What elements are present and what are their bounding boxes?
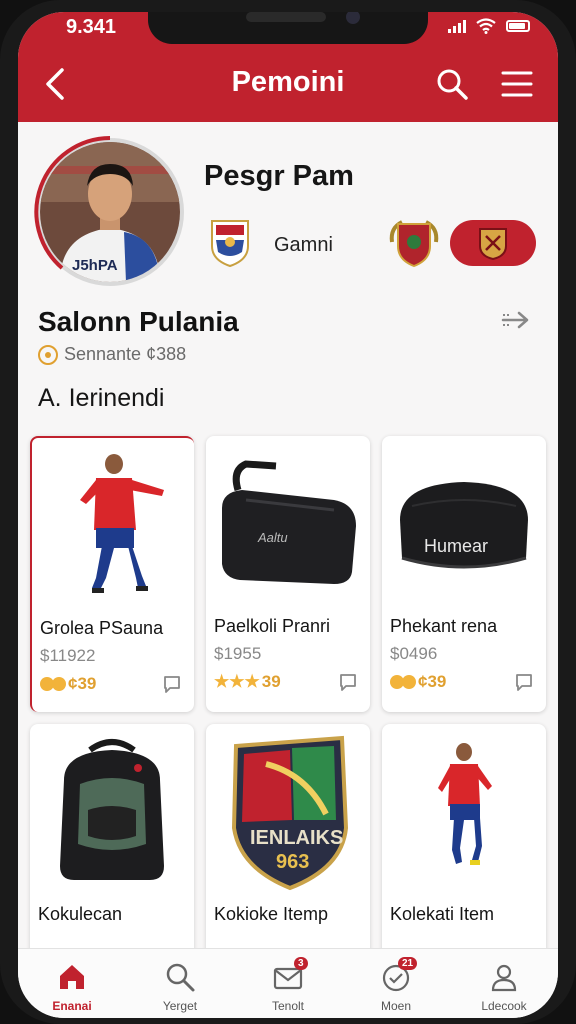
club-badge-icon[interactable]	[208, 218, 252, 268]
crest-gold-icon	[479, 228, 507, 260]
coins-label: Sennante ¢388	[64, 344, 187, 364]
app-screen: 9.341 Pemoini J5hPA Pesgr Pam Gamni Salo…	[18, 12, 558, 1018]
item-card[interactable]: Kokulecan	[30, 724, 194, 964]
item-rating: ★★★ 39	[214, 672, 281, 691]
camera-notch	[148, 12, 428, 44]
item-rating-text: ¢39	[68, 674, 97, 693]
item-name: Grolea PSauna	[40, 618, 164, 638]
club-pill-button[interactable]	[450, 220, 536, 266]
app-header: 9.341 Pemoini	[18, 12, 558, 122]
item-name: Kolekati Item	[390, 904, 495, 924]
tab-bar: Enanai Yerget 3 Tenolt 21 Moen Ldecook	[18, 948, 558, 1018]
chat-icon[interactable]	[338, 672, 358, 692]
beanie-hat-icon: Humear	[400, 482, 528, 569]
sub-title: A. Ierinendi	[38, 384, 165, 412]
item-rating: ¢39	[40, 674, 96, 694]
player-figure-icon	[438, 743, 492, 865]
signal-icon	[448, 19, 466, 33]
club-name: Gamni	[274, 234, 333, 256]
item-rating-text: 39	[261, 672, 281, 691]
search-icon[interactable]	[434, 66, 470, 102]
page-title: Pemoini	[231, 66, 345, 98]
tab-home[interactable]: Enanai	[18, 949, 126, 1018]
section-title: Salonn Pulania	[38, 306, 239, 337]
item-rating-text: ¢39	[418, 672, 447, 691]
search-icon	[166, 963, 195, 992]
item-name: Phekant rena	[390, 616, 498, 636]
backpack-icon	[60, 739, 164, 880]
hat-text: Humear	[424, 536, 488, 556]
tab-label: Tenolt	[271, 999, 305, 1013]
item-price: $0496	[390, 644, 438, 663]
menu-icon[interactable]	[500, 68, 534, 100]
coins-row: Sennante ¢388	[38, 344, 186, 365]
battery-icon	[506, 20, 530, 32]
item-price: $1955	[214, 644, 262, 663]
tab-label: Enanai	[52, 999, 92, 1013]
item-card[interactable]: Kolekati Item	[382, 724, 546, 964]
bag-text: Aaltu	[257, 530, 288, 545]
profile-icon	[491, 964, 517, 992]
crest-text-1: IENLAIKS	[250, 827, 343, 849]
tab-label: Moen	[380, 999, 412, 1013]
coin-icon	[38, 344, 58, 365]
item-card[interactable]: Aaltu Paelkoli Pranri $1955 ★★★ 39	[206, 436, 370, 712]
crest-text-2: 963	[276, 851, 309, 873]
item-price: $11922	[40, 646, 96, 665]
item-rating: ¢39	[390, 672, 446, 692]
duffel-bag-icon: Aaltu	[222, 460, 356, 584]
item-card[interactable]: IENLAIKS 963 Kokioke Itemp	[206, 724, 370, 964]
status-icons	[448, 18, 530, 34]
home-icon	[60, 965, 84, 989]
notification-badge: 21	[398, 957, 418, 970]
tab-label: Yerget	[162, 999, 198, 1013]
avatar-progress-ring	[34, 136, 111, 270]
tab-profile[interactable]: Ldecook	[450, 949, 558, 1018]
item-card[interactable]: Humear Phekant rena $0496 ¢39	[382, 436, 546, 712]
wifi-icon	[476, 18, 496, 34]
crest-icon[interactable]	[386, 216, 442, 268]
item-name: Kokulecan	[38, 904, 123, 924]
item-name: Paelkoli Pranri	[214, 616, 331, 636]
item-card[interactable]: Grolea PSauna $11922 ¢39	[30, 436, 194, 712]
profile-name: Pesgr Pam	[204, 160, 354, 192]
shield-crest-icon: IENLAIKS 963	[231, 735, 349, 891]
chat-icon[interactable]	[162, 674, 182, 694]
chat-icon[interactable]	[514, 672, 534, 692]
tab-activity[interactable]: 21 Moen	[342, 949, 450, 1018]
phone-frame: 9.341 Pemoini J5hPA Pesgr Pam Gamni Salo…	[0, 0, 576, 1024]
tab-messages[interactable]: 3 Tenolt	[234, 949, 342, 1018]
tab-search[interactable]: Yerget	[126, 949, 234, 1018]
player-figure-icon	[80, 454, 164, 593]
tab-label: Ldecook	[481, 999, 527, 1013]
notification-badge: 3	[294, 957, 308, 970]
status-time: 9.341	[66, 16, 117, 38]
item-name: Kokioke Itemp	[214, 904, 329, 924]
arrow-right-icon[interactable]	[500, 308, 532, 332]
